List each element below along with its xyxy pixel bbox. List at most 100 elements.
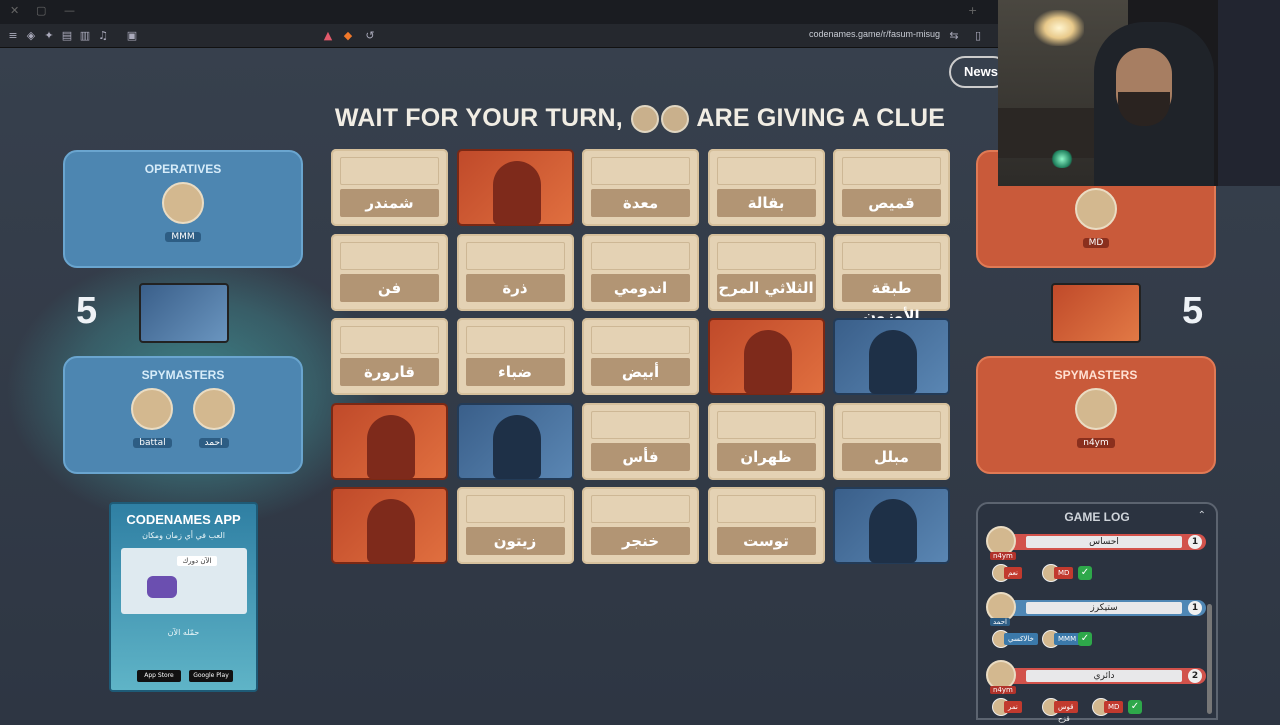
word-card[interactable]: قميص (833, 149, 950, 226)
word-card[interactable]: ضباء (456, 318, 574, 395)
reload-icon[interactable]: ↺ (363, 29, 377, 43)
blue-operative[interactable]: MMM (157, 182, 209, 243)
card-word: فن (340, 273, 439, 302)
extensions-icon[interactable]: ✦ (42, 29, 56, 43)
translate-icon[interactable]: ⇆ (947, 29, 961, 43)
menu-icon[interactable]: ≡ (6, 29, 20, 43)
banner-avatar-ahmad (661, 105, 690, 134)
card-word: اندومي (591, 273, 690, 302)
bookmark-icon[interactable]: ▯ (971, 29, 985, 43)
word-card[interactable]: شمندر (331, 149, 448, 226)
card-word: توست (716, 527, 816, 555)
shield-icon[interactable]: ◈ (24, 29, 38, 43)
blue-agent-card[interactable] (456, 402, 574, 480)
guess-tag: نمر (1004, 701, 1022, 713)
google-play-badge[interactable]: Google Play (189, 670, 233, 682)
close-icon[interactable]: ✕ (10, 4, 19, 17)
card-word: ظهران (716, 442, 816, 471)
red-spymaster[interactable]: n4ym (1070, 388, 1122, 449)
card-word: مبلل (842, 442, 941, 471)
clue-word: ستيكرز (1026, 602, 1182, 614)
brave-shield-icon[interactable]: ◆ (341, 29, 355, 43)
word-card[interactable]: بقالة (707, 149, 825, 226)
card-word: خنجر (591, 527, 690, 555)
blue-operatives-panel[interactable]: OPERATIVES MMM (63, 150, 303, 268)
clue-number: 2 (1188, 669, 1202, 683)
word-card[interactable]: زيتون (456, 487, 574, 564)
red-agent-card[interactable] (331, 487, 448, 564)
word-card[interactable]: أبيض (582, 318, 699, 395)
card-word: الثلاثي المرح (716, 273, 816, 302)
word-card[interactable]: قارورة (331, 318, 448, 395)
card-word: أبيض (591, 358, 690, 386)
card-top-box (716, 241, 816, 270)
codenames-app-promo[interactable]: CODENAMES APP العب في أي زمان ومكان الآن… (109, 502, 258, 692)
app-store-badge[interactable]: App Store (137, 670, 181, 682)
player-name: battal (133, 438, 172, 448)
player-name: MD (1082, 238, 1110, 248)
store-badges: App Store Google Play (137, 670, 237, 682)
red-agent-card[interactable] (331, 402, 448, 480)
word-card[interactable]: توست (707, 487, 825, 564)
blue-agent-card[interactable] (833, 487, 950, 564)
sidebar-icon[interactable]: ▥ (78, 29, 92, 43)
tab-icon[interactable]: ▣ (125, 29, 139, 43)
motorcycle-icon (146, 576, 177, 598)
lamp-icon (1034, 10, 1084, 46)
check-icon: ✓ (1078, 566, 1092, 580)
word-card[interactable]: ظهران (707, 402, 825, 480)
card-word: ذرة (465, 273, 565, 302)
red-spymasters-title: SPYMASTERS (1054, 368, 1138, 382)
player-name: n4ym (1077, 438, 1115, 448)
guess-tag: MMM (1054, 633, 1081, 645)
word-card[interactable]: الثلاثي المرح (707, 233, 825, 311)
music-icon[interactable]: ♫ (96, 29, 110, 43)
word-card[interactable]: فن (331, 233, 448, 311)
promo-image: الآن دورك (120, 548, 247, 614)
promo-image-label: الآن دورك (176, 556, 218, 566)
word-card[interactable]: خنجر (582, 487, 699, 564)
card-top-box (591, 157, 690, 185)
agent-figure (869, 499, 917, 563)
address-bar[interactable]: codenames.game/r/fasum-misug (809, 29, 940, 39)
card-top-box (340, 326, 439, 354)
blue-agent-card[interactable] (833, 318, 950, 395)
red-agent-card[interactable] (707, 318, 825, 395)
word-card[interactable]: مبلل (833, 402, 950, 480)
blue-spymaster[interactable]: احمد (188, 388, 240, 449)
banner-avatar-battal (631, 105, 660, 134)
maximize-icon[interactable]: ▢ (36, 4, 46, 17)
agent-figure (743, 330, 792, 394)
word-card[interactable]: معدة (582, 149, 699, 226)
blue-score: 5 (76, 290, 98, 332)
card-top-box (465, 326, 565, 354)
brave-rewards-icon[interactable]: ▲ (321, 29, 335, 43)
promo-subtitle: العب في أي زمان ومكان (142, 531, 225, 540)
banner-text-right: ARE GIVING A CLUE (696, 104, 946, 132)
word-card[interactable]: ذرة (456, 233, 574, 311)
card-top-box (716, 495, 816, 523)
word-card[interactable]: فأس (582, 402, 699, 480)
word-card[interactable]: طبقة الأوزون (833, 233, 950, 325)
minimize-icon[interactable]: — (64, 4, 75, 17)
red-spymasters-panel[interactable]: SPYMASTERS n4ym (976, 356, 1216, 474)
card-word: بقالة (716, 189, 816, 217)
word-card[interactable]: اندومي (582, 233, 699, 311)
webcam-overlay (998, 0, 1280, 186)
blue-spymasters-panel[interactable]: SPYMASTERS battal احمد (63, 356, 303, 474)
agent-figure (492, 414, 541, 479)
blue-spymaster[interactable]: battal (126, 388, 178, 449)
blue-agent-card (139, 283, 229, 343)
promo-title: CODENAMES APP (126, 512, 241, 527)
chevron-up-icon[interactable]: ⌃ (1198, 510, 1206, 521)
card-word: قارورة (340, 358, 439, 386)
clue-number: 1 (1188, 535, 1202, 549)
game-log-scrollbar[interactable] (1207, 604, 1212, 714)
red-operative[interactable]: MD (1070, 188, 1122, 249)
reader-icon[interactable]: ▤ (60, 29, 74, 43)
clue-word: احساس (1026, 536, 1182, 548)
red-score: 5 (1182, 290, 1204, 332)
game-log-panel: GAME LOG ⌃ n4ym احساس 1 نعم MD ✓ احمد ستيكرز 1 خا… (976, 502, 1218, 723)
new-tab-icon[interactable]: + (968, 4, 977, 17)
red-agent-card[interactable] (456, 149, 574, 226)
